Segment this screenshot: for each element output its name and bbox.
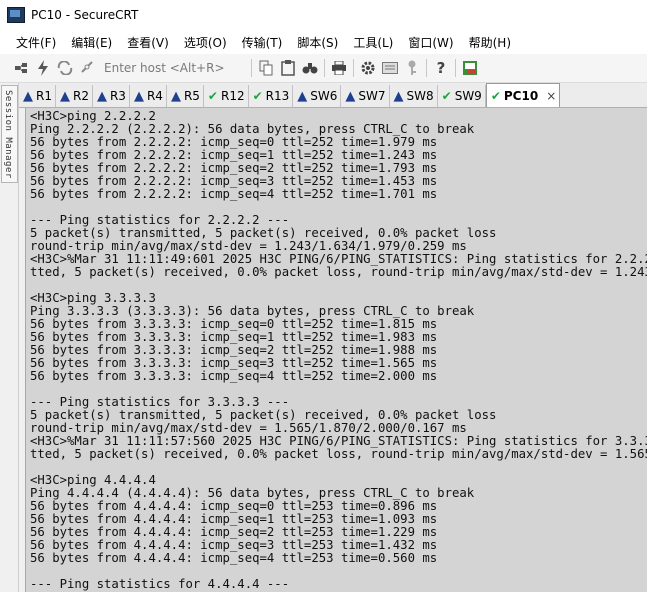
- sftp-icon[interactable]: [459, 57, 481, 79]
- toolbar-divider: [251, 59, 252, 77]
- help-icon[interactable]: ?: [430, 57, 452, 79]
- tab-sw6[interactable]: ▲ SW6: [293, 85, 342, 107]
- warning-icon: ▲: [133, 88, 144, 104]
- menu-options[interactable]: 选项(O): [176, 34, 234, 51]
- toolbar-divider: [426, 59, 427, 77]
- host-input[interactable]: Enter host <Alt+R>: [104, 61, 248, 75]
- key-icon[interactable]: [401, 57, 423, 79]
- terminal-line: 56 bytes from 3.3.3.3: icmp_seq=4 ttl=25…: [30, 369, 438, 383]
- menu-script[interactable]: 脚本(S): [289, 34, 345, 51]
- tab-label: R1: [36, 89, 52, 103]
- close-icon[interactable]: ×: [546, 89, 556, 103]
- menu-transfer[interactable]: 传输(T): [234, 34, 290, 51]
- reconnect-icon[interactable]: [54, 57, 76, 79]
- tab-label: SW9: [454, 89, 482, 103]
- terminal-line: --- Ping statistics for 4.4.4.4 ---: [30, 577, 290, 591]
- terminal-line: 56 bytes from 4.4.4.4: icmp_seq=4 ttl=25…: [30, 551, 438, 565]
- toolbar-divider: [324, 59, 325, 77]
- warning-icon: ▲: [170, 88, 181, 104]
- tab-pc10[interactable]: ✔ PC10 ×: [485, 83, 561, 107]
- tab-label: R5: [183, 89, 200, 103]
- tab-r5[interactable]: ▲ R5: [167, 85, 204, 107]
- settings-icon[interactable]: [357, 57, 379, 79]
- tab-r13[interactable]: ✔ R13: [249, 85, 294, 107]
- session-manager-sidebar: Session Manager: [0, 83, 19, 592]
- tab-r2[interactable]: ▲ R2: [56, 85, 93, 107]
- print-icon[interactable]: [328, 57, 350, 79]
- session-tab-bar: ▲ R1 ▲ R2 ▲ R3 ▲ R4 ▲ R5 ✔ R12 ✔ R13 ▲ SW6 ▲ SW7 …: [19, 83, 647, 108]
- paste-icon[interactable]: [277, 57, 299, 79]
- menu-view[interactable]: 查看(V): [119, 34, 176, 51]
- tab-sw8[interactable]: ▲ SW8: [390, 85, 438, 107]
- tab-label: SW8: [406, 89, 434, 103]
- tab-label: PC10: [503, 88, 539, 103]
- find-icon[interactable]: [299, 57, 321, 79]
- terminal-line: tted, 5 packet(s) received, 0.0% packet …: [30, 447, 647, 461]
- terminal-lines: <H3C>ping 2.2.2.2 Ping 2.2.2.2 (2.2.2.2):…: [26, 108, 647, 591]
- tab-label: R2: [72, 89, 89, 103]
- disconnect-icon[interactable]: [76, 57, 98, 79]
- tab-label: SW6: [310, 89, 338, 103]
- checkmark-icon: ✔: [441, 89, 452, 103]
- quick-connect-icon[interactable]: [32, 57, 54, 79]
- terminal-line: tted, 5 packet(s) received, 0.0% packet …: [30, 265, 647, 279]
- menu-help[interactable]: 帮助(H): [461, 34, 518, 51]
- terminal-output[interactable]: <H3C>ping 2.2.2.2 Ping 2.2.2.2 (2.2.2.2):…: [25, 108, 647, 592]
- checkmark-icon: ✔: [490, 88, 501, 103]
- toolbar: Enter host <Alt+R> ?: [0, 54, 647, 83]
- menu-tools[interactable]: 工具(L): [345, 34, 400, 51]
- checkmark-icon: ✔: [252, 89, 263, 103]
- toolbar-divider: [353, 59, 354, 77]
- warning-icon: ▲: [345, 88, 356, 104]
- warning-icon: ▲: [59, 88, 70, 104]
- checkmark-icon: ✔: [207, 89, 218, 103]
- tab-label: R13: [265, 89, 290, 103]
- tab-sw9[interactable]: ✔ SW9: [438, 85, 486, 107]
- securecrt-app-icon: [7, 7, 25, 23]
- menu-file[interactable]: 文件(F): [0, 34, 63, 51]
- tab-label: R4: [146, 89, 163, 103]
- warning-icon: ▲: [96, 88, 107, 104]
- session-manager-label: Session Manager: [3, 90, 13, 179]
- tab-r3[interactable]: ▲ R3: [93, 85, 130, 107]
- warning-icon: ▲: [23, 88, 33, 104]
- tab-label: R3: [109, 89, 126, 103]
- warning-icon: ▲: [297, 88, 308, 104]
- terminal-line: 56 bytes from 2.2.2.2: icmp_seq=4 ttl=25…: [30, 187, 438, 201]
- tab-label: SW7: [358, 89, 386, 103]
- title-bar: PC10 - SecureCRT: [0, 0, 647, 30]
- window-title: PC10 - SecureCRT: [31, 8, 139, 22]
- session-manager-tab[interactable]: Session Manager: [1, 85, 18, 183]
- copy-icon[interactable]: [255, 57, 277, 79]
- connect-icon[interactable]: [10, 57, 32, 79]
- tab-r4[interactable]: ▲ R4: [130, 85, 167, 107]
- menu-bar: 文件(F) 编辑(E) 查看(V) 选项(O) 传输(T) 脚本(S) 工具(L…: [0, 30, 647, 54]
- menu-window[interactable]: 窗口(W): [400, 34, 460, 51]
- toolbar-divider: [455, 59, 456, 77]
- warning-icon: ▲: [393, 88, 404, 104]
- tab-label: R12: [220, 89, 245, 103]
- tab-r1[interactable]: ▲ R1: [19, 85, 56, 107]
- menu-edit[interactable]: 编辑(E): [63, 34, 119, 51]
- keymap-icon[interactable]: [379, 57, 401, 79]
- tab-r12[interactable]: ✔ R12: [204, 85, 249, 107]
- tab-sw7[interactable]: ▲ SW7: [341, 85, 390, 107]
